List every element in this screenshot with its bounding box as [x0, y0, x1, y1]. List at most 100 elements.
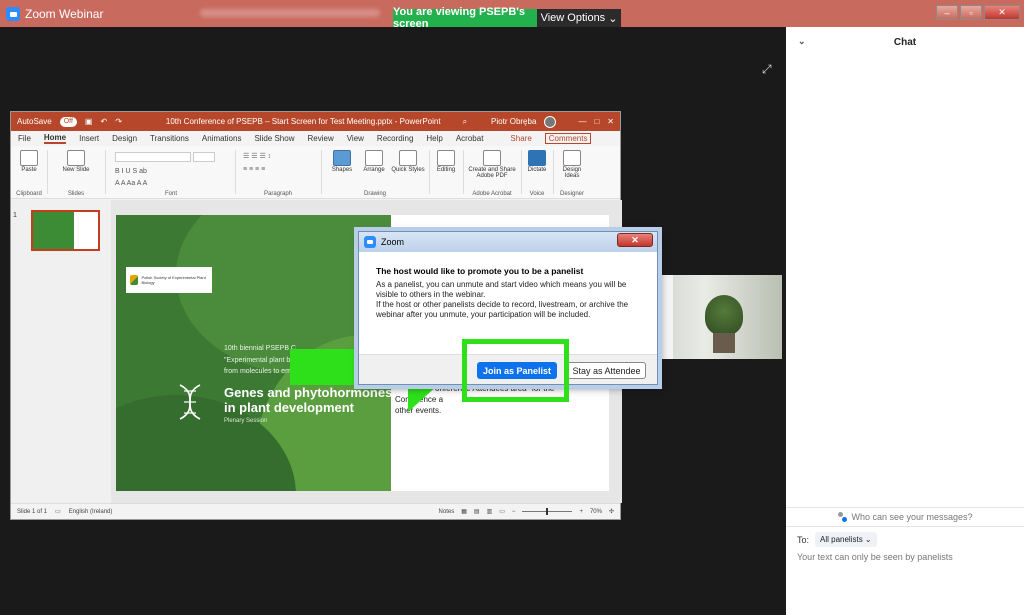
dialog-close-button[interactable]: ✕ — [617, 233, 653, 247]
avatar[interactable] — [544, 115, 557, 128]
window-title: Zoom Webinar — [25, 7, 104, 21]
redo-icon[interactable]: ↷ — [115, 117, 122, 126]
new-slide-label: New Slide — [62, 167, 90, 173]
spelling-icon[interactable]: ▭ — [55, 508, 61, 515]
highlight-box-annotation — [462, 339, 569, 402]
align-buttons[interactable]: ≡ ≡ ≡ ≡ — [243, 166, 265, 173]
tab-home[interactable]: Home — [43, 133, 67, 144]
paste-icon[interactable] — [20, 150, 38, 166]
reading-view-icon[interactable]: ▥ — [487, 508, 493, 515]
create-pdf-icon[interactable] — [483, 150, 501, 166]
tab-insert[interactable]: Insert — [79, 134, 99, 143]
slide-thumbnail[interactable] — [31, 210, 100, 251]
arrange-icon[interactable] — [365, 150, 383, 166]
close-icon[interactable]: ✕ — [607, 117, 614, 126]
drawing-group: Shapes Arrange Quick Styles Drawing — [323, 148, 427, 197]
chevron-down-icon[interactable]: ⌄ — [798, 36, 806, 47]
font-name-input[interactable] — [115, 152, 191, 162]
stay-as-attendee-button[interactable]: Stay as Attendee — [567, 362, 646, 379]
status-language: English (Ireland) — [68, 508, 113, 515]
undo-icon[interactable]: ↶ — [100, 117, 107, 126]
editing-group: Editing — [431, 148, 461, 197]
tab-review[interactable]: Review — [307, 134, 333, 143]
maximize-button[interactable]: ▫ — [960, 5, 982, 20]
expand-icon[interactable]: ⤢ — [762, 62, 772, 77]
slides-group: New Slide Slides — [51, 148, 101, 197]
psepb-logo-icon — [130, 275, 139, 285]
save-icon[interactable]: ▣ — [85, 117, 93, 126]
viewing-banner: You are viewing PSEPB's screen — [393, 6, 537, 30]
font-style-buttons[interactable]: B I U S ab — [115, 168, 147, 175]
dialog-title-bar: Zoom — [359, 232, 657, 252]
recipient-select[interactable]: All panelists ⌄ — [815, 532, 877, 547]
editing-icon[interactable] — [437, 150, 455, 166]
who-can-see-button[interactable]: Who can see your messages? — [786, 507, 1024, 527]
ribbon: Paste Clipboard New Slide Slides B I U S… — [11, 146, 620, 199]
view-options-label: View Options — [540, 12, 606, 24]
comments-button[interactable]: Comments — [544, 133, 592, 144]
tab-view[interactable]: View — [347, 134, 364, 143]
voice-group: Dictate Voice — [523, 148, 551, 197]
microphone-icon[interactable] — [528, 150, 546, 166]
tab-animations[interactable]: Animations — [202, 134, 242, 143]
app-title: Zoom Webinar — [6, 5, 103, 23]
zoom-logo-icon — [6, 7, 20, 21]
slideshow-icon[interactable]: ▭ — [499, 508, 505, 515]
zoom-level: 70% — [589, 508, 602, 515]
normal-view-icon[interactable]: ▦ — [461, 508, 467, 515]
share-button[interactable]: Share — [510, 134, 531, 143]
zoom-slider[interactable] — [522, 508, 573, 515]
minimize-button[interactable]: – — [936, 5, 958, 20]
font-color-buttons[interactable]: A A Aa A A — [115, 180, 147, 187]
tab-acrobat[interactable]: Acrobat — [456, 134, 484, 143]
fit-slide-icon[interactable]: ✣ — [609, 508, 614, 515]
tab-slide-show[interactable]: Slide Show — [254, 134, 294, 143]
shapes-label: Shapes — [331, 167, 353, 173]
user-name: Piotr Obrębа — [491, 117, 537, 126]
view-options-button[interactable]: View Options ⌄ — [537, 9, 621, 27]
paste-label: Paste — [21, 167, 37, 173]
slide-sorter-icon[interactable]: ▤ — [474, 508, 480, 515]
logo-text: Polish Society of Experimental Plant Bio… — [141, 275, 206, 285]
to-label: To: — [797, 534, 810, 545]
slide-line-2: "Experimental plant bi — [224, 357, 292, 364]
powerpoint-title-bar: AutoSave Off ▣ ↶ ↷ 10th Conference of PS… — [11, 112, 620, 131]
restore-icon[interactable]: □ — [594, 117, 599, 126]
close-button[interactable]: ✕ — [984, 5, 1020, 20]
quick-styles-icon[interactable] — [399, 150, 417, 166]
notes-button[interactable]: Notes — [439, 509, 455, 515]
slide-line-3: from molecules to em — [224, 368, 291, 375]
clipboard-group: Paste Clipboard — [13, 148, 45, 197]
group-label-drawing: Drawing — [363, 191, 386, 197]
tab-help[interactable]: Help — [426, 134, 442, 143]
participant-video[interactable] — [653, 275, 782, 359]
new-slide-icon[interactable] — [67, 150, 85, 166]
search-icon[interactable]: ⌕ — [463, 117, 467, 127]
list-buttons[interactable]: ☰ ☰ ☰ ↕ — [243, 152, 271, 160]
tab-transitions[interactable]: Transitions — [150, 134, 189, 143]
design-ideas-icon[interactable] — [563, 150, 581, 166]
group-label-voice: Voice — [529, 191, 545, 197]
chat-note: Your text can only be seen by panelists — [797, 552, 953, 562]
chat-title: Chat — [893, 36, 917, 48]
tab-recording[interactable]: Recording — [377, 134, 413, 143]
zoom-out-icon[interactable]: − — [512, 509, 516, 515]
font-size-input[interactable] — [193, 152, 215, 162]
quick-styles-label: Quick Styles — [391, 167, 425, 173]
design-ideas-label: Design Ideas — [562, 167, 582, 179]
zoom-in-icon[interactable]: + — [579, 509, 583, 515]
group-label-slides: Slides — [67, 191, 85, 197]
tab-file[interactable]: File — [18, 134, 31, 143]
tab-design[interactable]: Design — [112, 134, 137, 143]
editing-label: Editing — [436, 167, 456, 173]
autosave-toggle[interactable]: Off — [59, 116, 77, 127]
blurred-title-area — [200, 9, 380, 17]
dictate-label: Dictate — [527, 167, 547, 173]
chevron-down-icon: ⌄ — [608, 12, 618, 25]
group-label-designer: Designer — [559, 191, 584, 197]
shapes-icon[interactable] — [333, 150, 351, 166]
slide-thumbnail-pane: 1 — [11, 200, 111, 503]
minimize-icon[interactable]: — — [578, 117, 586, 126]
font-group: B I U S ab A A Aa A A Font — [109, 148, 233, 197]
dialog-body: The host would like to promote you to be… — [359, 252, 657, 320]
